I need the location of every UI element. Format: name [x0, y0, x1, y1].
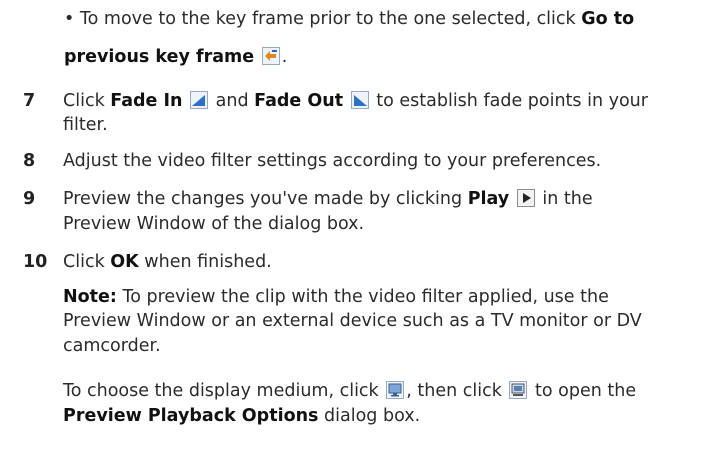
- note-line-2: Preview Window or an external device suc…: [63, 311, 642, 331]
- bullet-line-1: • To move to the key frame prior to the …: [64, 8, 634, 30]
- previous-key-frame-icon: [261, 47, 280, 65]
- note-label: Note:: [63, 287, 117, 307]
- play-label: Play: [467, 189, 510, 209]
- step9-line-2: Preview Window of the dialog box.: [63, 214, 365, 234]
- preview-playback-options-label: Preview Playback Options: [63, 406, 319, 426]
- bullet-text: To move to the key frame prior to the on…: [79, 9, 576, 29]
- step-number-9: 9: [23, 189, 36, 209]
- step9-line-1: Preview the changes you've made by click…: [63, 189, 593, 209]
- note-line-1: Note: To preview the clip with the video…: [63, 287, 609, 307]
- step7-line-2: filter.: [63, 115, 108, 135]
- previous-key-frame-label: previous key frame: [64, 47, 255, 67]
- note-line-3: camcorder.: [63, 336, 161, 356]
- step-number-7: 7: [23, 91, 36, 111]
- fade-out-label: Fade Out: [254, 91, 344, 111]
- ok-label: OK: [110, 252, 139, 272]
- fade-out-icon: [350, 91, 369, 109]
- step-number-10: 10: [23, 252, 48, 272]
- display-monitor-icon: [386, 381, 405, 399]
- display-line-2: Preview Playback Options dialog box.: [63, 406, 421, 426]
- step-number-8: 8: [23, 151, 36, 171]
- play-icon: [516, 189, 535, 207]
- bullet-marker: •: [64, 9, 75, 29]
- step10-line: Click OK when finished.: [63, 252, 272, 272]
- fade-in-label: Fade In: [110, 91, 183, 111]
- go-to-label: Go to: [581, 9, 635, 29]
- playback-options-icon: [509, 381, 528, 399]
- bullet-line-2: previous key frame .: [64, 47, 288, 67]
- display-line-1: To choose the display medium, click , th…: [63, 381, 637, 401]
- step7-line-1: Click Fade In and Fade Out to establish …: [63, 91, 648, 111]
- step8-text: Adjust the video filter settings accordi…: [63, 151, 602, 171]
- fade-in-icon: [190, 91, 209, 109]
